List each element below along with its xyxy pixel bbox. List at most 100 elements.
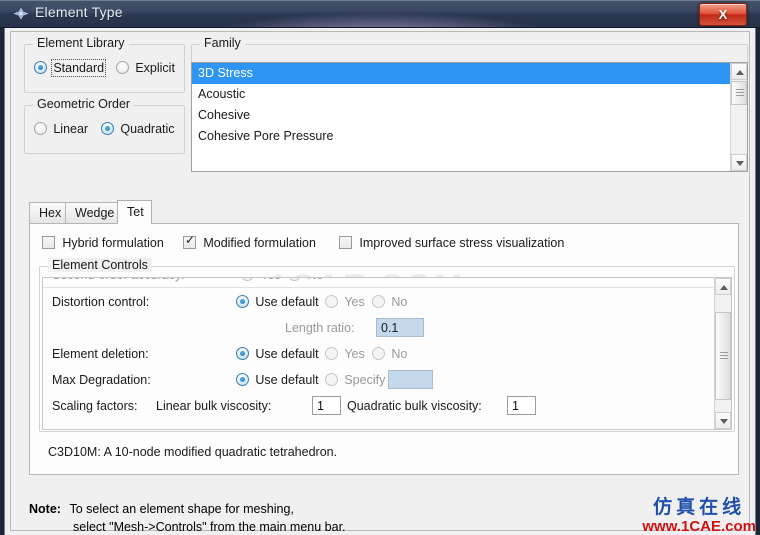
element-controls-content: Second-order accuracy: Yes No D [43,278,716,420]
max-degradation-label: Max Degradation: [52,373,151,387]
list-item[interactable]: Acoustic [192,84,747,105]
radio-quadratic[interactable]: Quadratic [101,122,175,136]
second-order-accuracy-label: Second-order accuracy: [52,278,185,282]
radio-deletion-yes-indicator [325,347,338,360]
scroll-up-icon[interactable] [731,63,747,80]
radio-distortion-no-indicator [372,295,385,308]
tab-hex[interactable]: Hex [29,202,66,223]
quadratic-bulk-viscosity-input[interactable]: 1 [507,396,536,415]
element-controls-title: Element Controls [48,258,152,272]
radio-explicit[interactable]: Explicit [116,61,175,75]
geometric-order-group: Geometric Order Linear Quadratic [24,97,185,154]
dialog-window: Element Library Standard Explicit Geomet… [4,28,756,535]
radio-distortion-no[interactable]: No [372,295,407,309]
radio-deletion-use-default-label: Use default [255,347,319,361]
max-degradation-input[interactable] [388,370,433,389]
distortion-control-label: Distortion control: [52,295,150,309]
window-titlebar[interactable]: Element Type X [0,0,760,28]
radio-soa-no[interactable]: No [288,278,323,282]
radio-standard-indicator [34,61,47,74]
dialog-client-area: Element Library Standard Explicit Geomet… [10,31,750,534]
radio-distortion-yes-indicator [325,295,338,308]
radio-distortion-yes-label: Yes [344,295,365,309]
radio-deletion-yes[interactable]: Yes [325,347,365,361]
family-title: Family [200,36,245,50]
radio-linear-indicator [34,122,47,135]
linear-bulk-viscosity-input[interactable]: 1 [312,396,341,415]
length-ratio-label: Length ratio: [285,321,355,335]
radio-degradation-specify-label: Specify [344,373,386,387]
quadratic-bulk-viscosity-label: Quadratic bulk viscosity: [347,399,482,413]
radio-soa-yes-label: Yes [260,278,280,282]
radio-explicit-label: Explicit [135,61,175,75]
screenshot-root: Element Type X Element Library Standard … [0,0,760,535]
geometric-order-title: Geometric Order [33,97,135,111]
scrollbar-thumb[interactable] [715,312,731,400]
radio-degradation-specify[interactable]: Specify [325,373,385,387]
scroll-down-icon[interactable] [715,412,731,429]
radio-explicit-indicator [116,61,129,74]
radio-quadratic-label: Quadratic [120,122,175,136]
element-controls-scrollpane[interactable]: Second-order accuracy: Yes No D [42,277,732,430]
list-item[interactable]: Cohesive [192,105,747,126]
radio-soa-yes[interactable]: Yes [241,278,281,282]
scaling-factors-label: Scaling factors: [52,399,138,413]
checkbox-hybrid-label: Hybrid formulation [62,236,164,250]
window-title: Element Type [35,4,123,20]
family-listbox[interactable]: 3D Stress Acoustic Cohesive Cohesive Por… [191,62,748,172]
radio-soa-no-label: No [307,278,323,282]
list-item[interactable]: 3D Stress [192,63,747,84]
radio-standard[interactable]: Standard [34,59,107,77]
scrollbar-thumb[interactable] [731,81,747,105]
radio-soa-yes-indicator [241,278,254,281]
radio-distortion-use-default[interactable]: Use default [236,295,319,309]
checkbox-hybrid-indicator [42,236,55,249]
radio-degradation-use-default-indicator [236,373,249,386]
radio-soa-no-indicator [288,278,301,281]
checkbox-hybrid-formulation[interactable]: Hybrid formulation [42,236,164,250]
radio-deletion-no[interactable]: No [372,347,407,361]
element-controls-scrollbar[interactable] [714,278,731,429]
checkbox-modified-formulation[interactable]: Modified formulation [183,234,316,250]
family-scrollbar[interactable] [730,63,747,171]
scrollbar-grip-icon [720,352,728,360]
radio-distortion-no-label: No [391,295,408,309]
radio-degradation-use-default-label: Use default [255,373,319,387]
radio-deletion-use-default-indicator [236,347,249,360]
checkbox-improved-surface-stress[interactable]: Improved surface stress visualization [339,236,564,250]
length-ratio-input[interactable]: 0.1 [376,318,424,337]
element-library-group: Element Library Standard Explicit [24,36,185,93]
close-icon[interactable]: X [699,3,747,26]
radio-degradation-use-default[interactable]: Use default [236,373,319,387]
element-description-text: C3D10M: A 10-node modified quadratic tet… [48,445,338,459]
radio-standard-label: Standard [51,59,107,77]
note-prefix: Note: [29,502,61,516]
tab-wedge[interactable]: Wedge [65,202,118,223]
checkbox-improved-label: Improved surface stress visualization [359,236,565,250]
radio-linear-label: Linear [53,122,89,136]
radio-linear[interactable]: Linear [34,122,88,136]
radio-deletion-yes-label: Yes [344,347,365,361]
checkbox-improved-indicator [339,236,352,249]
row-distortion-control: Distortion control: Use default Yes No [43,288,716,316]
note-text-1: To select an element shape for meshing, [69,502,294,516]
note-text-2: select "Mesh->Controls" from the main me… [73,520,346,534]
scroll-down-icon[interactable] [731,154,747,171]
radio-distortion-use-default-indicator [236,295,249,308]
row-element-deletion: Element deletion: Use default Yes No [43,342,716,368]
scroll-up-icon[interactable] [715,278,731,295]
note-line-1: Note: To select an element shape for mes… [29,502,294,516]
tab-tet[interactable]: Tet [117,200,152,224]
radio-deletion-no-indicator [372,347,385,360]
row-scaling-factors: Scaling factors: Linear bulk viscosity: … [43,394,716,420]
row-length-ratio: Length ratio: 0.1 [43,316,716,342]
linear-bulk-viscosity-label: Linear bulk viscosity: [156,399,272,413]
radio-quadratic-indicator [101,122,114,135]
element-deletion-label: Element deletion: [52,347,149,361]
list-item[interactable]: Cohesive Pore Pressure [192,126,747,147]
radio-degradation-specify-indicator [325,373,338,386]
element-description-box: C3D10M: A 10-node modified quadratic tet… [42,436,732,471]
radio-distortion-yes[interactable]: Yes [325,295,365,309]
radio-deletion-use-default[interactable]: Use default [236,347,319,361]
radio-deletion-no-label: No [391,347,408,361]
